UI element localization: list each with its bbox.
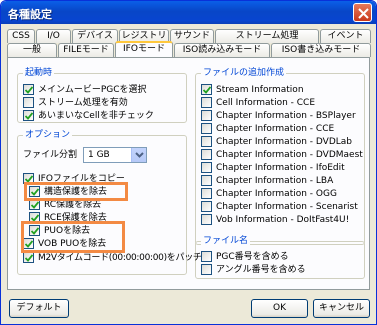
checkbox-box[interactable] [201,110,212,121]
checkbox-box[interactable] [201,175,212,186]
file-split-select[interactable]: 1 GB [83,147,147,163]
checkbox-label: PGC番号を含める [216,252,289,262]
tab-stream-processing[interactable]: ストリーム処理 [215,29,319,43]
checkbox-label: Vob Information - DoItFast4U! [216,215,350,225]
checkbox-box[interactable] [201,97,212,108]
options-group-title: オプション [23,129,73,141]
check-icon [25,112,33,120]
check-icon [203,86,211,94]
tab-event[interactable]: イベント [320,29,371,43]
chevron-down-icon [135,152,144,158]
checkbox-box[interactable] [201,264,212,275]
close-button[interactable] [353,3,372,22]
checkbox-label: Chapter Information - OGG [216,189,337,199]
checkbox-box[interactable] [201,188,212,199]
check-icon [31,201,39,209]
file-split-label: ファイル分割 [23,150,78,160]
checkbox-label: ストリーム処理を有効 [38,98,128,108]
checkbox-box[interactable] [201,162,212,173]
file-split-value: 1 GB [88,150,110,160]
checkbox-box[interactable] [201,251,212,262]
checkbox-label: アングル番号を含める [216,265,306,275]
tab-iso-read-mode[interactable]: ISO読み込みモード [174,43,270,57]
checkbox-box[interactable] [23,97,34,108]
cancel-button[interactable]: キャンセル [313,299,370,318]
checkbox-label: Chapter Information - DVDMaestro [216,150,363,160]
checkbox-label: Chapter Information - BSPlayer [216,111,356,121]
checkbox-box[interactable] [201,136,212,147]
filename-group-title: ファイル名 [201,235,251,247]
checkbox-box[interactable] [23,84,34,95]
ok-button[interactable]: OK [251,299,308,318]
highlight-puo-options [21,221,125,253]
checkbox-label: あいまいなCellを非チェック [38,111,154,121]
checkbox-box[interactable] [201,123,212,134]
checkbox-box[interactable] [201,84,212,95]
checkbox-label: Stream Information [216,85,304,95]
checkbox-label: Cell Information - CCE [216,98,316,108]
dropdown-arrow-button[interactable] [131,148,146,162]
check-icon [25,254,33,262]
checkbox-label: Chapter Information - IfoEdit [216,163,345,173]
checkbox-box[interactable] [201,201,212,212]
checkbox-box[interactable] [201,149,212,160]
tab-css[interactable]: CSS [7,29,35,43]
checkbox-box[interactable] [23,110,34,121]
check-icon [25,86,33,94]
checkbox-label: Chapter Information - CCE [216,124,335,134]
checkbox-label: M2Vタイムコード(00:00:00:00)をパッチ [38,253,202,263]
tab-io[interactable]: I/O [36,29,71,43]
highlight-structure-protection [24,182,128,201]
checkbox-label: Chapter Information - DVDLab [216,137,353,147]
checkbox-label: メインムービーPGCを選択 [38,85,147,95]
title-bar[interactable]: 各種設定 [1,1,376,24]
settings-dialog: 各種設定 CSS I/O デバイス レジストリ サウンド ストリーム処理 イベン… [0,0,377,325]
checkbox-box[interactable] [23,252,34,263]
startup-group-title: 起動時 [23,67,55,79]
tab-iso-write-mode[interactable]: ISO書き込みモード [271,43,371,57]
tab-sound[interactable]: サウンド [170,29,214,43]
window-title: 各種設定 [8,8,52,21]
tab-device[interactable]: デバイス [72,29,118,43]
checkbox-label: Chapter Information - LBA [216,176,334,186]
close-icon [358,8,369,19]
default-button[interactable]: デフォルト [9,299,69,318]
tab-general[interactable]: 一般 [7,43,57,57]
tab-ifo-mode[interactable]: IFOモード [115,41,173,57]
tab-file-mode[interactable]: FILEモード [58,43,114,57]
checkbox-chapter-info-dvdmaestro[interactable]: Chapter Information - DVDMaestro [201,149,363,161]
file-append-group-title: ファイルの追加作成 [201,67,287,79]
checkbox-label: Chapter Information - Scenarist [216,202,358,212]
checkbox-box[interactable] [201,214,212,225]
checkbox-vob-info-doitfast4u[interactable]: Vob Information - DoItFast4U! [201,214,363,226]
